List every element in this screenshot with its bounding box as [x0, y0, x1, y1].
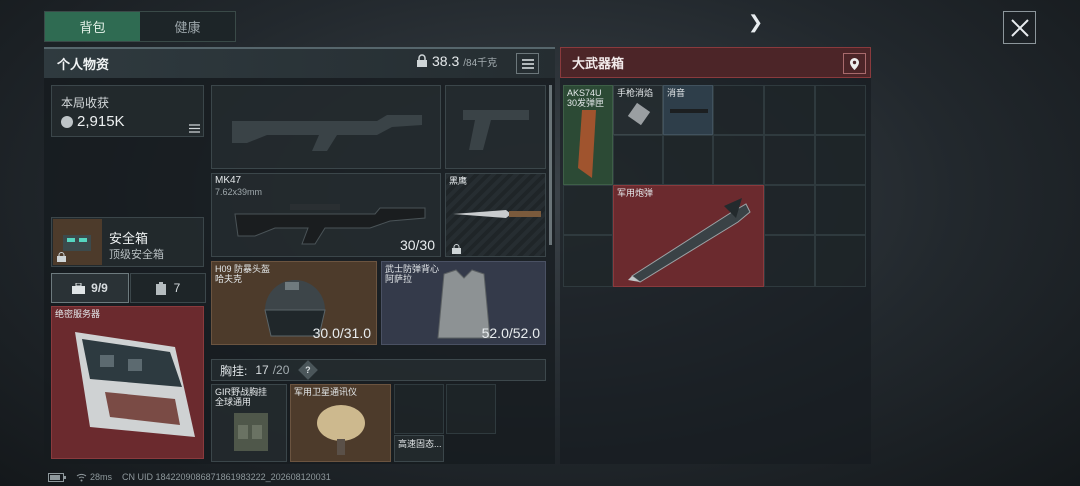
tab-backpack[interactable]: 背包 — [45, 12, 140, 41]
location-button[interactable] — [843, 53, 866, 74]
pouch-tab-other-label: 7 — [173, 281, 181, 295]
details-icon[interactable] — [189, 124, 200, 133]
primary-weapon-slot-empty[interactable] — [211, 85, 441, 169]
rig-slot-empty[interactable] — [394, 384, 444, 434]
panel-title: 个人物资 — [57, 57, 110, 72]
pistol-silhouette-icon — [463, 110, 529, 150]
pouch-tab-other[interactable]: 7 — [130, 273, 206, 303]
income-label: 本局收获 — [61, 96, 110, 110]
lock-icon — [417, 54, 427, 67]
lock-icon — [452, 244, 461, 254]
pouch-icon — [155, 281, 166, 295]
knife-name: 黑鹰 — [449, 176, 468, 186]
item-suppressor[interactable]: 消音 — [663, 85, 713, 135]
rig-item-gir[interactable]: GIR野战胸挂 全球通用 — [211, 384, 287, 462]
rig-item-gir-name: GIR野战胸挂 — [215, 387, 268, 397]
safebox-title: 安全箱 — [109, 231, 149, 246]
weight-indicator: 38.3 /84千克 — [416, 53, 497, 69]
top-tabs: 背包 健康 — [44, 11, 236, 42]
secondary-weapon-slot-empty[interactable] — [445, 85, 546, 169]
large-weapon-box-panel: 大武器箱 AKS74U 30发弹匣 手枪消焰 消音 军用炮弹 — [560, 47, 871, 464]
item-military-shell[interactable]: 军用炮弹 — [613, 185, 764, 287]
helmet-durability: 30.0/31.0 — [312, 325, 371, 341]
satellite-dish-image — [317, 405, 365, 455]
income-box[interactable]: 本局收获 2,915K — [51, 85, 204, 137]
armor-durability: 52.0/52.0 — [481, 325, 540, 341]
magazine-image — [578, 110, 596, 178]
weapon-ammo: 30/30 — [399, 237, 435, 253]
chest-rig-bar[interactable]: 胸挂: 17/20 ? — [211, 359, 546, 381]
item-suppressor-name: 消音 — [667, 88, 686, 98]
close-button[interactable] — [1003, 11, 1036, 44]
panel-header: 大武器箱 — [560, 47, 871, 78]
shell-image — [628, 198, 751, 283]
weight-current: 38.3 — [432, 53, 460, 69]
weapon-name: MK47 — [215, 175, 242, 186]
armor-name: 武士防弹背心 — [385, 264, 440, 274]
weapon-box-grid: AKS74U 30发弹匣 手枪消焰 消音 军用炮弹 — [563, 85, 866, 287]
user-uid: CN UID 1842209086871861983222_2026081200… — [122, 472, 331, 482]
item-aks74u-sub: 30发弹匣 — [567, 98, 605, 108]
suppressor-image — [670, 109, 708, 113]
scrollbar[interactable] — [549, 85, 552, 245]
personal-supplies-panel: 个人物资 38.3 /84千克 本局收获 2,915K 安全箱 顶级安全箱 9/… — [44, 47, 555, 464]
chest-rig-label: 胸挂: — [220, 363, 248, 378]
help-icon[interactable]: ? — [298, 360, 319, 380]
flash-hider-image — [627, 102, 651, 126]
rig-item-ssd-name: 高速固态... — [398, 439, 442, 449]
briefcase-icon — [72, 282, 86, 294]
armor-sub: 阿萨拉 — [385, 274, 413, 284]
knife-image — [453, 210, 541, 218]
weapon-mk47-slot[interactable]: MK47 7.62x39mm 30/30 — [211, 173, 441, 257]
close-icon — [1010, 18, 1029, 37]
item-pistol-flash-hider[interactable]: 手枪消焰 — [613, 85, 663, 135]
tab-health[interactable]: 健康 — [140, 12, 235, 41]
server-item[interactable]: 绝密服务器 — [51, 306, 204, 459]
melee-slot[interactable]: 黑鹰 — [445, 173, 546, 257]
rig-slot-empty[interactable] — [446, 384, 496, 434]
chest-rig-max: /20 — [272, 363, 290, 377]
item-aks74u-name: AKS74U — [567, 88, 602, 98]
server-image — [75, 332, 195, 437]
pouch-tab-case[interactable]: 9/9 — [51, 273, 129, 303]
chest-rig-image — [234, 413, 268, 451]
battery-icon — [48, 472, 66, 482]
location-pin-icon — [850, 57, 859, 70]
safebox-slot[interactable]: 安全箱 顶级安全箱 — [51, 217, 204, 267]
list-button[interactable] — [516, 53, 539, 74]
chest-rig-count: 17 — [255, 363, 269, 377]
pouch-tab-case-label: 9/9 — [91, 281, 108, 295]
item-flash-hider-name: 手枪消焰 — [617, 88, 654, 98]
rig-item-satellite-name: 军用卫星通讯仪 — [294, 387, 358, 397]
weight-max: /84千克 — [463, 57, 498, 69]
income-value: 2,915K — [77, 113, 125, 130]
item-aks74u-mag[interactable]: AKS74U 30发弹匣 — [563, 85, 613, 185]
chevron-right-icon[interactable]: ❯ — [748, 12, 763, 33]
safebox-subtitle: 顶级安全箱 — [109, 249, 164, 261]
rig-item-ssd[interactable]: 高速固态... — [394, 435, 444, 462]
wifi-icon — [76, 473, 87, 481]
ping-value: 28ms — [90, 472, 113, 482]
helmet-sub: 哈夫克 — [215, 274, 243, 284]
helmet-slot[interactable]: H09 防暴头盔 哈夫克 30.0/31.0 — [211, 261, 377, 345]
lock-icon — [57, 252, 66, 262]
coin-icon — [61, 115, 73, 128]
status-bar: 28ms CN UID 1842209086871861983222_20260… — [48, 472, 331, 482]
list-icon — [521, 58, 534, 69]
rig-item-satellite[interactable]: 军用卫星通讯仪 — [290, 384, 391, 462]
rifle-silhouette-icon — [232, 115, 422, 151]
armor-slot[interactable]: 武士防弹背心 阿萨拉 52.0/52.0 — [381, 261, 546, 345]
panel-title: 大武器箱 — [572, 56, 625, 71]
